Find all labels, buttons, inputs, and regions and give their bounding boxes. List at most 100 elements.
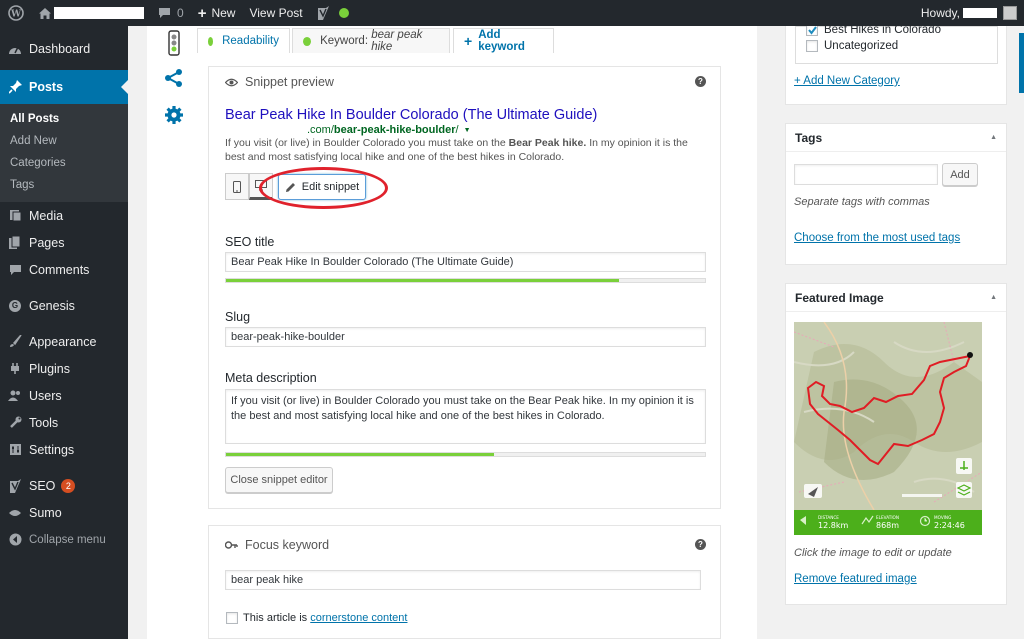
sidebar-item-users[interactable]: Users	[0, 382, 128, 409]
mobile-preview-button[interactable]	[225, 173, 249, 200]
add-tag-button[interactable]: Add	[942, 163, 978, 186]
meta-description-label: Meta description	[225, 371, 317, 385]
submenu-categories[interactable]: Categories	[0, 152, 128, 174]
desktop-preview-button[interactable]	[249, 173, 273, 200]
snippet-url-suffix: /	[455, 124, 459, 136]
readability-status-dot	[208, 36, 214, 46]
most-used-tags-link[interactable]: Choose from the most used tags	[794, 232, 960, 244]
tab-readability[interactable]: Readability	[197, 28, 290, 53]
sidebar-item-label: Users	[29, 388, 62, 403]
trail-map-image: DISTANCE 12.8km ELEVATION 868m MOVING 2:…	[794, 322, 982, 535]
meta-description-progress	[225, 452, 706, 457]
map-stat-value: 2:24:46	[934, 521, 965, 530]
new-content-link[interactable]: + New	[191, 0, 243, 26]
mobile-icon	[233, 180, 241, 193]
admin-sidebar: Dashboard Posts All Posts Add New Catego…	[0, 26, 128, 639]
sidebar-item-seo[interactable]: SEO 2	[0, 472, 128, 499]
slug-input[interactable]: bear-peak-hike-boulder	[225, 327, 706, 347]
seo-title-progress-fill	[226, 279, 619, 282]
submenu-all-posts[interactable]: All Posts	[0, 108, 128, 130]
help-icon[interactable]: ?	[695, 76, 706, 87]
yoast-adminbar-link[interactable]	[310, 0, 356, 26]
avatar	[1003, 6, 1017, 20]
users-icon	[8, 389, 22, 403]
featured-image-header[interactable]: Featured Image ▲	[786, 284, 1006, 312]
remove-featured-image-link[interactable]: Remove featured image	[794, 573, 917, 585]
wrench-icon	[8, 416, 22, 430]
category-item[interactable]: Uncategorized	[806, 39, 898, 53]
seo-title-label: SEO title	[225, 235, 275, 249]
tab-label: Readability	[222, 35, 279, 47]
comment-count: 0	[177, 6, 184, 20]
comments-link[interactable]: 0	[151, 0, 191, 26]
close-snippet-editor-button[interactable]: Close snippet editor	[225, 467, 333, 493]
view-post-link[interactable]: View Post	[242, 0, 309, 26]
sidebar-item-label: Genesis	[29, 298, 75, 313]
sidebar-item-appearance[interactable]: Appearance	[0, 328, 128, 355]
meta-description-textarea[interactable]: If you visit (or live) in Boulder Colora…	[225, 389, 706, 444]
focus-keyword-header: Focus keyword	[225, 538, 329, 552]
category-checkbox[interactable]	[806, 40, 818, 52]
sidebar-item-genesis[interactable]: G Genesis	[0, 292, 128, 319]
snippet-preview-title: Snippet preview	[245, 75, 334, 89]
category-checkbox[interactable]	[806, 26, 818, 36]
tags-box-header[interactable]: Tags ▲	[786, 124, 1006, 152]
category-item[interactable]: Best Hikes in Colorado	[806, 26, 941, 40]
sidebar-item-label: Appearance	[29, 334, 97, 349]
yoast-icon	[317, 6, 329, 20]
my-account-link[interactable]: Howdy,	[914, 0, 1024, 26]
share-icon[interactable]	[163, 67, 185, 89]
focus-keyword-input[interactable]: bear peak hike	[225, 570, 701, 590]
posts-submenu: All Posts Add New Categories Tags	[0, 104, 128, 202]
wordpress-logo-icon[interactable]: W	[0, 0, 31, 26]
submenu-tags[interactable]: Tags	[0, 174, 128, 196]
sidebar-item-dashboard[interactable]: Dashboard	[0, 35, 128, 62]
snippet-description: If you visit (or live) in Boulder Colora…	[225, 136, 695, 164]
sidebar-item-posts[interactable]: Posts	[0, 70, 128, 104]
seo-title-input[interactable]: Bear Peak Hike In Boulder Colorado (The …	[225, 252, 706, 272]
traffic-light-icon[interactable]	[163, 30, 185, 56]
comment-bubble-icon	[159, 8, 170, 18]
submenu-add-new[interactable]: Add New	[0, 130, 128, 152]
pages-icon	[8, 236, 22, 250]
snippet-title[interactable]: Bear Peak Hike In Boulder Colorado (The …	[225, 107, 597, 123]
slug-label: Slug	[225, 310, 251, 324]
edit-snippet-button[interactable]: Edit snippet	[278, 174, 366, 200]
sidebar-item-label: SEO	[29, 478, 56, 493]
tab-keyword[interactable]: Keyword: bear peak hike	[292, 28, 450, 53]
site-name-link[interactable]	[31, 0, 151, 26]
plus-icon: +	[197, 4, 207, 22]
collapse-icon	[8, 533, 22, 547]
cornerstone-prefix: This article is	[243, 612, 311, 624]
sidebar-item-plugins[interactable]: Plugins	[0, 355, 128, 382]
tag-input[interactable]	[794, 164, 938, 185]
sidebar-item-sumo[interactable]: Sumo	[0, 499, 128, 526]
gear-icon[interactable]	[163, 104, 185, 126]
cornerstone-checkbox[interactable]	[226, 612, 238, 624]
sidebar-item-settings[interactable]: Settings	[0, 436, 128, 463]
sidebar-item-pages[interactable]: Pages	[0, 229, 128, 256]
pencil-icon	[285, 182, 295, 192]
redacted-domain	[225, 124, 307, 136]
meta-description-progress-fill	[226, 453, 495, 456]
yoast-icon	[8, 478, 22, 493]
add-new-category-link[interactable]: + Add New Category	[794, 75, 900, 87]
tags-hint: Separate tags with commas	[794, 196, 930, 208]
tab-add-keyword[interactable]: + Add keyword	[453, 28, 554, 53]
eye-icon	[225, 78, 238, 86]
tags-box-title: Tags	[795, 130, 823, 145]
focus-keyword-title: Focus keyword	[245, 538, 330, 552]
collapse-menu-button[interactable]: Collapse menu	[0, 526, 128, 553]
snippet-desc-before: If you visit (or live) in Boulder Colora…	[225, 137, 509, 149]
collapse-arrow-icon[interactable]: ▲	[990, 134, 997, 141]
sidebar-item-comments[interactable]: Comments	[0, 256, 128, 283]
cornerstone-link[interactable]: cornerstone content	[310, 612, 407, 624]
seo-status-dot	[338, 8, 349, 18]
sidebar-item-media[interactable]: Media	[0, 202, 128, 229]
featured-image[interactable]: DISTANCE 12.8km ELEVATION 868m MOVING 2:…	[794, 322, 982, 535]
help-icon[interactable]: ?	[695, 539, 706, 550]
tab-label: Add keyword	[478, 29, 525, 53]
svg-text:W: W	[10, 10, 22, 20]
collapse-arrow-icon[interactable]: ▲	[990, 294, 997, 301]
sidebar-item-tools[interactable]: Tools	[0, 409, 128, 436]
